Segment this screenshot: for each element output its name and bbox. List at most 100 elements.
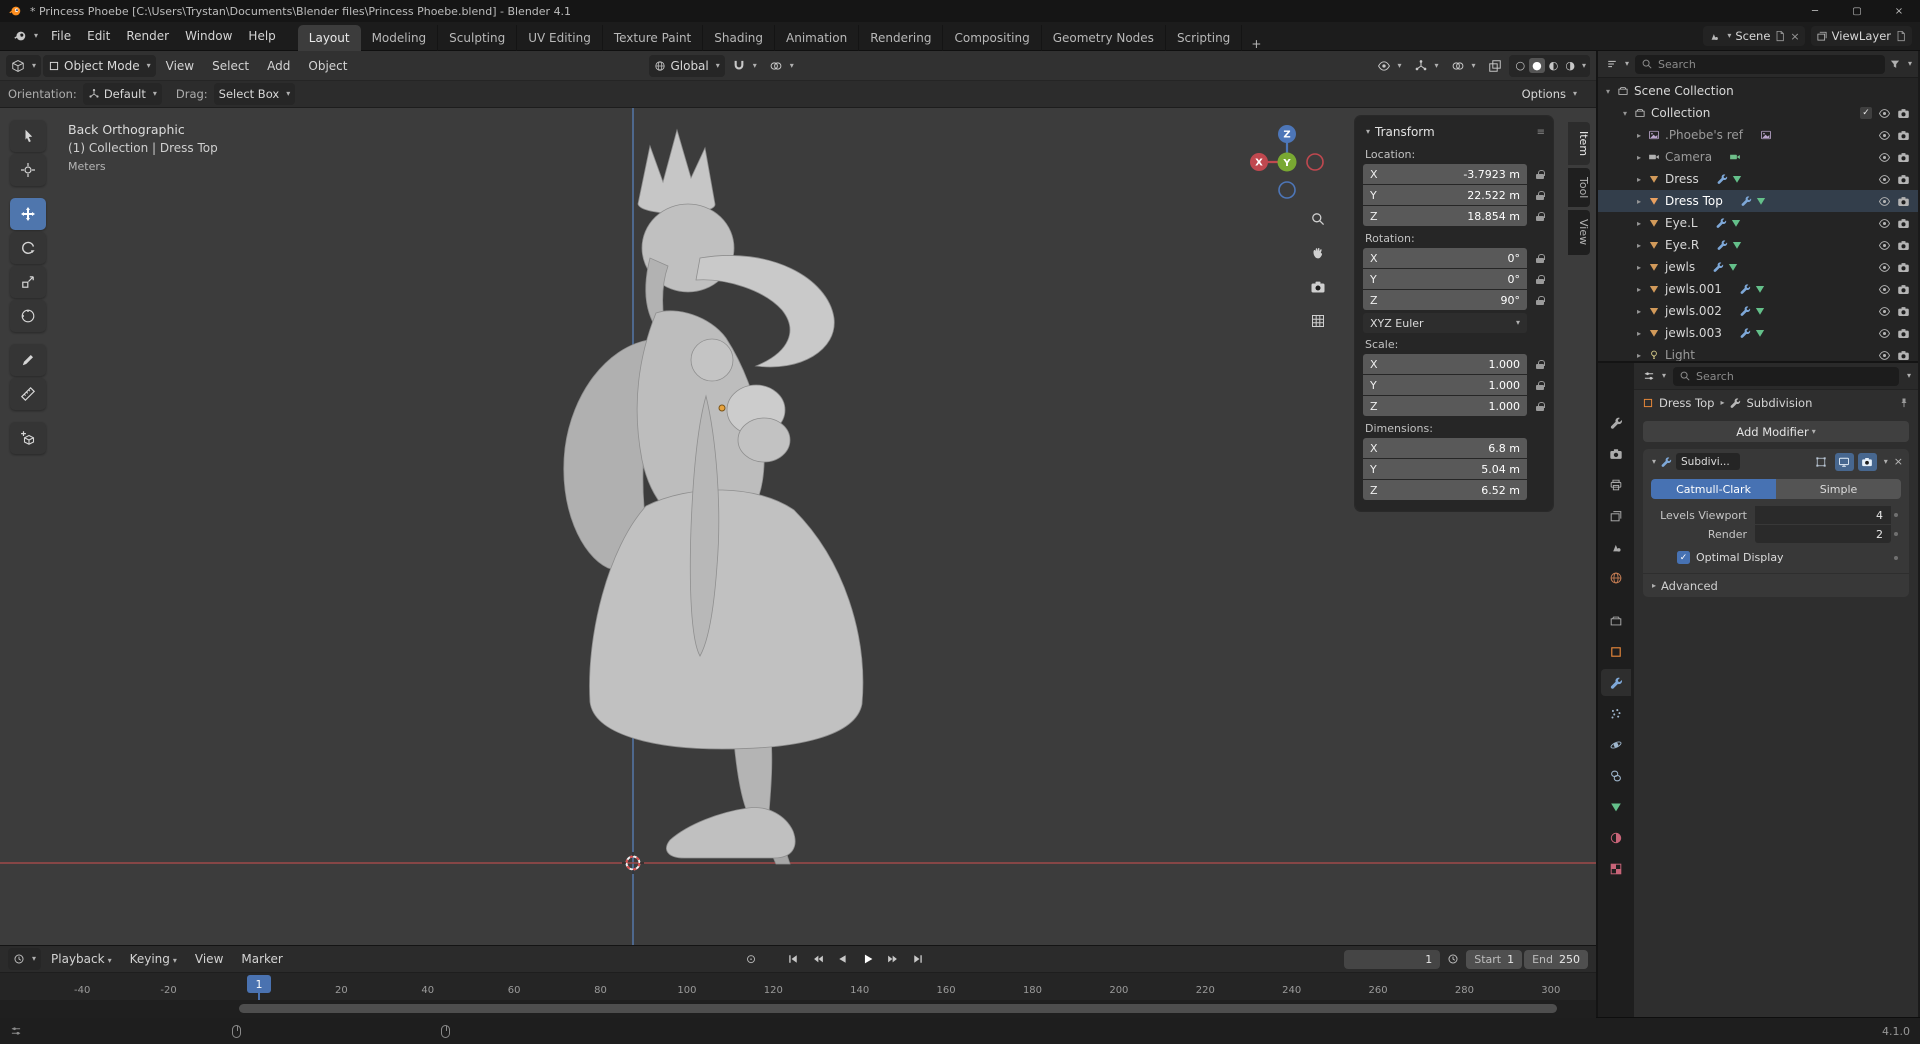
workspace-tab-modeling[interactable]: Modeling — [361, 25, 439, 51]
expand-icon[interactable]: ▸ — [1633, 285, 1645, 294]
tab-collection[interactable] — [1601, 607, 1631, 634]
disable-render-icon[interactable] — [1897, 239, 1910, 252]
menu-keying[interactable]: Keying▾ — [122, 948, 185, 970]
tab-output[interactable] — [1601, 471, 1631, 498]
lock-icon[interactable] — [1536, 402, 1545, 411]
shading-solid-button[interactable]: ● — [1529, 58, 1545, 73]
levels-viewport-field[interactable]: 4 — [1755, 506, 1891, 524]
viewport-3d[interactable]: Back Orthographic (1) Collection | Dress… — [0, 108, 1596, 945]
expand-icon[interactable]: ▸ — [1633, 329, 1645, 338]
proportional-editing-toggle[interactable]: ▾ — [764, 55, 799, 77]
disable-render-icon[interactable] — [1897, 107, 1910, 120]
workspace-tab-shading[interactable]: Shading — [703, 25, 775, 51]
tab-constraints[interactable] — [1601, 762, 1631, 789]
rotation-y-field[interactable]: Y0° — [1363, 269, 1527, 289]
expand-icon[interactable]: ▸ — [1633, 153, 1645, 162]
render-levels-field[interactable]: 2 — [1755, 525, 1891, 543]
disable-render-icon[interactable] — [1897, 327, 1910, 340]
mode-selector[interactable]: Object Mode ▾ — [43, 55, 156, 77]
tab-texture[interactable] — [1601, 855, 1631, 882]
tool-rotate[interactable] — [10, 232, 46, 264]
scale-y-field[interactable]: Y1.000 — [1363, 375, 1527, 395]
toggle-edit-mode-display[interactable] — [1812, 453, 1831, 471]
expand-icon[interactable]: ▸ — [1633, 131, 1645, 140]
rotation-mode-dropdown[interactable]: XYZ Euler ▾ — [1363, 313, 1527, 333]
tab-object-data[interactable] — [1601, 793, 1631, 820]
menu-render[interactable]: Render — [118, 25, 177, 47]
app-menu-button[interactable]: ▾ — [8, 25, 43, 47]
filter-icon[interactable] — [1889, 58, 1901, 70]
row-scene-collection[interactable]: ▾ Scene Collection — [1598, 80, 1918, 102]
play-button[interactable] — [857, 949, 879, 969]
location-z-field[interactable]: Z18.854 m — [1363, 206, 1527, 226]
zoom-button[interactable] — [1305, 206, 1331, 232]
tool-move[interactable] — [10, 198, 46, 230]
tab-material[interactable] — [1601, 824, 1631, 851]
lock-icon[interactable] — [1536, 360, 1545, 369]
optimal-display-checkbox[interactable]: ✓ — [1677, 551, 1690, 564]
gizmo-neg-x-axis[interactable] — [1307, 154, 1323, 170]
minimize-button[interactable]: ─ — [1794, 0, 1836, 22]
rotation-z-field[interactable]: Z90° — [1363, 290, 1527, 310]
search-input[interactable] — [1658, 58, 1879, 71]
dimensions-x-field[interactable]: X6.8 m — [1363, 438, 1527, 458]
disable-render-icon[interactable] — [1897, 195, 1910, 208]
row-collection[interactable]: ▾ Collection ✓ — [1598, 102, 1918, 124]
panel-menu-icon[interactable]: ≡ — [1537, 127, 1545, 138]
disable-render-icon[interactable] — [1897, 217, 1910, 230]
lock-icon[interactable] — [1536, 254, 1545, 263]
shading-wireframe-button[interactable]: ○ — [1513, 58, 1529, 73]
drag-selector[interactable]: Select Box ▾ — [214, 83, 296, 105]
tab-item[interactable]: Item — [1568, 122, 1590, 165]
scale-x-field[interactable]: X1.000 — [1363, 354, 1527, 374]
disable-render-icon[interactable] — [1897, 151, 1910, 164]
workspace-tab-uv-editing[interactable]: UV Editing — [517, 25, 603, 51]
shading-rendered-button[interactable]: ◑ — [1562, 58, 1578, 73]
lock-icon[interactable] — [1536, 381, 1545, 390]
workspace-tab-texture-paint[interactable]: Texture Paint — [603, 25, 703, 51]
ortho-toggle-button[interactable] — [1305, 308, 1331, 334]
disable-render-icon[interactable] — [1897, 129, 1910, 142]
properties-search[interactable] — [1673, 367, 1899, 386]
outliner-editor-type-button[interactable]: ▾ — [1604, 53, 1631, 75]
breadcrumb-object[interactable]: Dress Top — [1659, 396, 1714, 410]
panel-title[interactable]: Transform — [1375, 125, 1435, 139]
gizmos-dropdown[interactable]: ▾ — [1409, 55, 1444, 77]
tab-view[interactable]: View — [1568, 210, 1590, 254]
tool-cursor[interactable] — [10, 154, 46, 186]
hide-eye-icon[interactable] — [1878, 151, 1891, 164]
timeline-ruler[interactable]: -40-202040608010012014016018020022024026… — [0, 973, 1596, 1000]
animate-dot[interactable] — [1891, 513, 1901, 517]
hide-eye-icon[interactable] — [1878, 173, 1891, 186]
tab-modifiers[interactable] — [1601, 669, 1631, 696]
modifier-name-field[interactable]: Subdivi... — [1676, 453, 1740, 470]
dimensions-z-field[interactable]: Z6.52 m — [1363, 480, 1527, 500]
expand-icon[interactable]: ▸ — [1633, 219, 1645, 228]
row-camera[interactable]: ▸ Camera — [1598, 146, 1918, 168]
lock-icon[interactable] — [1536, 275, 1545, 284]
scrollbar-thumb[interactable] — [239, 1004, 1557, 1013]
catmull-clark-button[interactable]: Catmull-Clark — [1651, 479, 1776, 499]
expand-icon[interactable]: ▸ — [1633, 241, 1645, 250]
expand-icon[interactable]: ▸ — [1633, 175, 1645, 184]
animate-dot[interactable] — [1891, 532, 1901, 536]
workspace-tab-geometry-nodes[interactable]: Geometry Nodes — [1042, 25, 1166, 51]
lock-icon[interactable] — [1536, 296, 1545, 305]
tab-render[interactable] — [1601, 440, 1631, 467]
maximize-button[interactable]: ▢ — [1836, 0, 1878, 22]
play-reverse-button[interactable] — [832, 949, 854, 969]
simple-button[interactable]: Simple — [1776, 479, 1901, 499]
unlink-scene-icon[interactable]: × — [1790, 30, 1799, 43]
dimensions-y-field[interactable]: Y5.04 m — [1363, 459, 1527, 479]
shading-material-button[interactable]: ◐ — [1546, 58, 1562, 73]
breadcrumb-modifier[interactable]: Subdivision — [1746, 396, 1812, 410]
pin-icon[interactable] — [1898, 397, 1910, 409]
hide-eye-icon[interactable] — [1878, 305, 1891, 318]
hide-eye-icon[interactable] — [1878, 349, 1891, 362]
orientation-default-selector[interactable]: Default ▾ — [83, 83, 162, 105]
add-modifier-button[interactable]: Add Modifier▾ — [1643, 421, 1909, 442]
row-dress-top[interactable]: ▸ Dress Top — [1598, 190, 1918, 212]
timeline-scrollbar[interactable] — [0, 1000, 1596, 1018]
location-x-field[interactable]: X-3.7923 m — [1363, 164, 1527, 184]
disable-render-icon[interactable] — [1897, 261, 1910, 274]
